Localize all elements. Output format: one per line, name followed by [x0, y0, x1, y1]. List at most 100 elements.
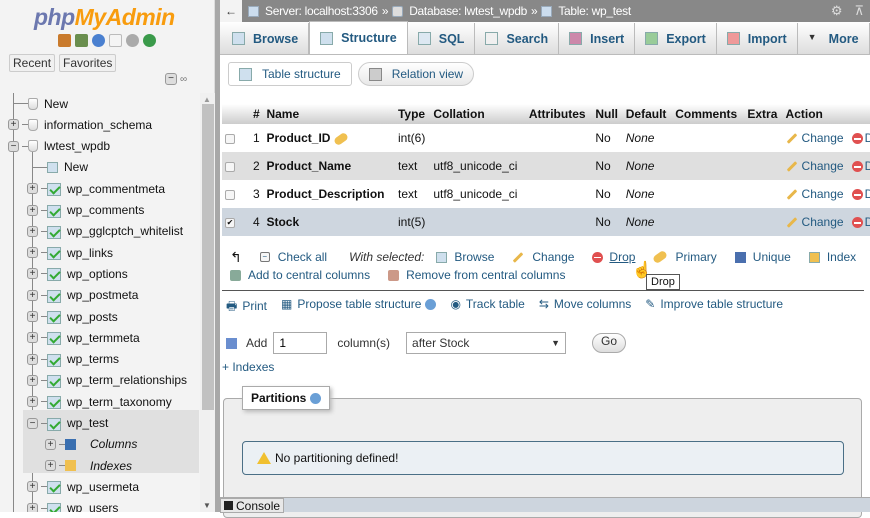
tree-item[interactable]: + wp_terms: [27, 349, 119, 370]
favorites-button[interactable]: Favorites: [59, 54, 117, 72]
expand-icon[interactable]: +: [8, 119, 19, 131]
indexes-toggle-link[interactable]: + Indexes: [222, 360, 274, 374]
table-structure-button[interactable]: Table structure: [228, 62, 352, 86]
drop-button[interactable]: D: [865, 131, 870, 145]
recent-button[interactable]: Recent: [9, 54, 56, 72]
track-table-button[interactable]: ◉ Track table: [450, 297, 524, 318]
bulk-change-button[interactable]: Change: [532, 250, 574, 264]
tree-item[interactable]: + Columns: [45, 434, 137, 455]
panel-resizer[interactable]: [215, 0, 220, 512]
collapse-icon[interactable]: −: [27, 417, 38, 429]
expand-icon[interactable]: +: [27, 247, 38, 259]
nav-scrollbar[interactable]: ▲ ▼: [200, 93, 215, 512]
move-columns-button[interactable]: ⇆ Move columns: [539, 297, 631, 318]
bulk-unique-button[interactable]: Unique: [753, 250, 791, 264]
tree-item[interactable]: − lwtest_wpdb: [8, 136, 110, 157]
improve-structure-button[interactable]: ✎ Improve table structure: [645, 297, 783, 318]
tree-item[interactable]: + wp_term_taxonomy: [27, 391, 172, 412]
expand-icon[interactable]: +: [27, 311, 38, 322]
tree-item[interactable]: + Indexes: [45, 455, 132, 476]
check-all-icon[interactable]: −: [259, 252, 270, 262]
tree-item[interactable]: + wp_postmeta: [27, 285, 138, 306]
expand-icon[interactable]: +: [27, 332, 38, 344]
tree-item[interactable]: + wp_gglcptch_whitelist: [27, 221, 183, 242]
expand-icon[interactable]: +: [45, 460, 56, 472]
change-button[interactable]: Change: [802, 215, 844, 229]
breadcrumb-table[interactable]: Table: wp_test: [558, 4, 631, 18]
table-row[interactable]: 1 Product_ID int(6) No None Change D: [222, 124, 870, 152]
expand-icon[interactable]: +: [27, 481, 38, 493]
collapse-icon[interactable]: −: [8, 140, 19, 152]
relation-view-button[interactable]: Relation view: [357, 62, 475, 86]
change-button[interactable]: Change: [802, 159, 844, 173]
gear-icon[interactable]: ⚙: [831, 3, 843, 19]
tab-more[interactable]: ▼ More: [798, 23, 870, 54]
help-icon[interactable]: [425, 299, 437, 311]
table-row[interactable]: 2 Product_Name text utf8_unicode_ci No None Ch…: [222, 152, 870, 180]
tree-item[interactable]: + wp_termmeta: [27, 327, 140, 348]
tree-item[interactable]: + wp_users: [27, 498, 118, 512]
tree-item[interactable]: + wp_options: [27, 263, 128, 284]
row-checkbox[interactable]: [225, 161, 235, 172]
change-button[interactable]: Change: [802, 131, 844, 145]
print-button[interactable]: 🖶 Print: [226, 297, 267, 318]
tree-item[interactable]: New: [8, 93, 68, 114]
table-row[interactable]: 3 Product_Description text utf8_unicode_ci N…: [222, 180, 870, 208]
scroll-down-icon[interactable]: ▼: [203, 501, 211, 510]
docs-icon[interactable]: [109, 34, 122, 47]
tab-insert[interactable]: Insert: [559, 23, 636, 54]
expand-icon[interactable]: +: [27, 374, 38, 386]
tree-item[interactable]: + information_schema: [8, 114, 152, 135]
table-row[interactable]: ✔ 4 Stock int(5) No None Change D: [222, 208, 870, 236]
row-checkbox[interactable]: [225, 189, 235, 200]
drop-button[interactable]: D: [865, 159, 870, 173]
link-icon[interactable]: ∞: [180, 74, 187, 85]
help-icon[interactable]: [92, 34, 105, 47]
tree-item[interactable]: + wp_links: [27, 242, 113, 263]
expand-icon[interactable]: +: [27, 396, 38, 408]
tree-item[interactable]: + wp_posts: [27, 306, 118, 327]
bulk-primary-button[interactable]: Primary: [675, 250, 716, 264]
expand-icon[interactable]: +: [27, 225, 38, 237]
console-bar[interactable]: Console: [220, 497, 870, 513]
back-arrow-icon[interactable]: ←: [220, 0, 242, 22]
tab-import[interactable]: Import: [717, 23, 798, 54]
add-central-columns-button[interactable]: Add to central columns: [248, 268, 370, 282]
expand-icon[interactable]: +: [27, 289, 38, 301]
expand-icon[interactable]: +: [45, 438, 56, 450]
column-count-input[interactable]: [273, 332, 328, 354]
bulk-index-button[interactable]: Index: [827, 250, 856, 264]
tab-sql[interactable]: SQL: [408, 23, 476, 54]
row-checkbox[interactable]: [225, 133, 235, 144]
row-checkbox[interactable]: ✔: [225, 217, 235, 228]
tab-browse[interactable]: Browse: [222, 23, 310, 54]
check-all-link[interactable]: Check all: [278, 250, 327, 264]
breadcrumb-server[interactable]: Server: localhost:3306: [265, 4, 378, 18]
home-icon[interactable]: [58, 34, 71, 47]
logout-icon[interactable]: [75, 34, 88, 47]
drop-button[interactable]: D: [865, 187, 870, 201]
go-button[interactable]: Go: [592, 333, 627, 353]
propose-structure-button[interactable]: ▦ Propose table structure: [281, 297, 437, 318]
tab-structure[interactable]: Structure: [309, 21, 408, 54]
tree-item[interactable]: + wp_comments: [27, 200, 144, 221]
collapse-all-icon[interactable]: −: [165, 73, 177, 85]
tree-item[interactable]: New: [27, 157, 88, 178]
tree-item[interactable]: − wp_test: [27, 413, 108, 434]
collapse-top-icon[interactable]: ⊼: [854, 3, 864, 19]
reload-icon[interactable]: [143, 34, 156, 47]
expand-icon[interactable]: +: [27, 353, 38, 365]
expand-icon[interactable]: +: [27, 268, 38, 280]
scrollbar-thumb[interactable]: [202, 104, 214, 410]
change-button[interactable]: Change: [802, 187, 844, 201]
scroll-up-icon[interactable]: ▲: [203, 95, 211, 104]
expand-icon[interactable]: +: [27, 204, 38, 216]
tree-item[interactable]: + wp_term_relationships: [27, 370, 187, 391]
drop-button[interactable]: D: [865, 215, 870, 229]
console-tab[interactable]: Console: [220, 498, 285, 513]
column-position-select[interactable]: after Stock ▼: [406, 332, 567, 354]
breadcrumb-database[interactable]: Database: lwtest_wpdb: [409, 4, 527, 18]
tree-item[interactable]: + wp_usermeta: [27, 476, 139, 497]
phpmyadmin-logo[interactable]: phpMyAdmin: [34, 4, 175, 31]
settings-icon[interactable]: [126, 34, 139, 47]
